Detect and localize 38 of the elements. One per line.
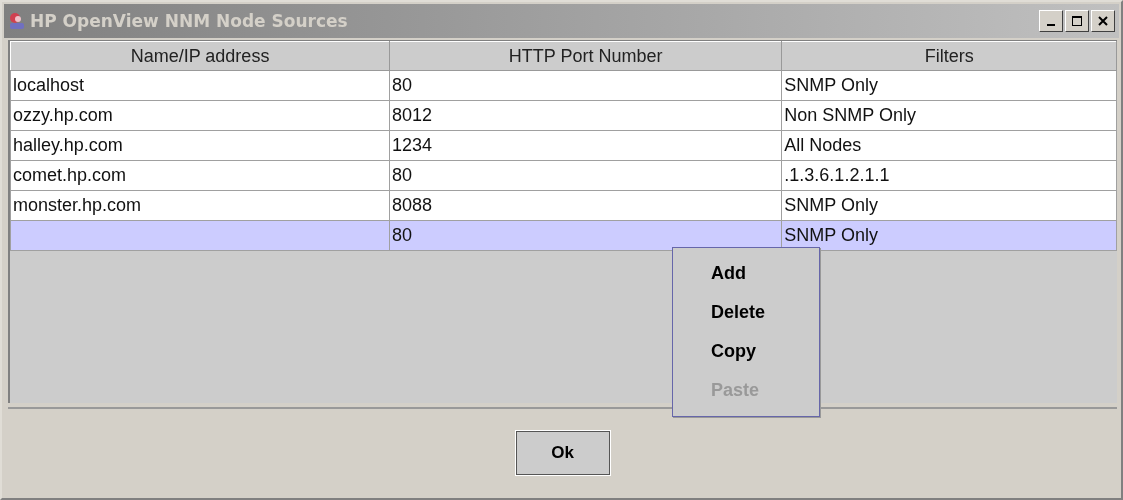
table-cell: SNMP Only [784,195,879,215]
minimize-button[interactable] [1039,10,1063,32]
table-cell: 1234 [392,135,433,155]
minimize-icon [1047,24,1055,26]
table-cell: .1.3.6.1.2.1.1 [784,165,890,185]
table-cell: localhost [13,75,85,95]
table-cell: halley.hp.com [13,135,123,155]
table-cell: 80 [392,165,413,185]
close-button[interactable] [1091,10,1115,32]
table-cell: ozzy.hp.com [13,105,113,125]
table-cell: 8012 [392,105,433,125]
table-row[interactable]: ozzy.hp.com 8012 Non SNMP Only [10,100,1117,131]
column-header[interactable]: Filters [781,41,1117,71]
selected-row[interactable]: 80 SNMP Only [10,220,1117,251]
table-row[interactable]: localhost 80 SNMP Only [10,70,1117,101]
ok-button[interactable]: Ok [515,430,610,475]
column-header[interactable]: Name/IP address [10,41,390,71]
table-cell: SNMP Only [784,75,879,95]
table-row[interactable]: comet.hp.com 80 .1.3.6.1.2.1.1 [10,160,1117,191]
table-cell: monster.hp.com [13,195,142,215]
table-cell: comet.hp.com [13,165,127,185]
maximize-icon [1072,16,1082,26]
menu-item[interactable]: Add [673,254,819,293]
table-cell: Non SNMP Only [784,105,917,125]
table-cell: SNMP Only [784,225,879,245]
app-icon [8,12,26,30]
window-title: HP OpenView NNM Node Sources [30,11,348,31]
table-cell: All Nodes [784,135,862,155]
menu-item[interactable]: Copy [673,332,819,371]
table-row[interactable]: halley.hp.com 1234 All Nodes [10,130,1117,161]
menu-item[interactable]: Delete [673,293,819,332]
table-cell: 80 [392,75,413,95]
column-header[interactable]: HTTP Port Number [389,41,782,71]
table-cell: 80 [392,225,413,245]
table-row[interactable]: monster.hp.com 8088 SNMP Only [10,190,1117,221]
maximize-button[interactable] [1065,10,1089,32]
close-icon [1098,16,1108,26]
table-cell: 8088 [392,195,433,215]
